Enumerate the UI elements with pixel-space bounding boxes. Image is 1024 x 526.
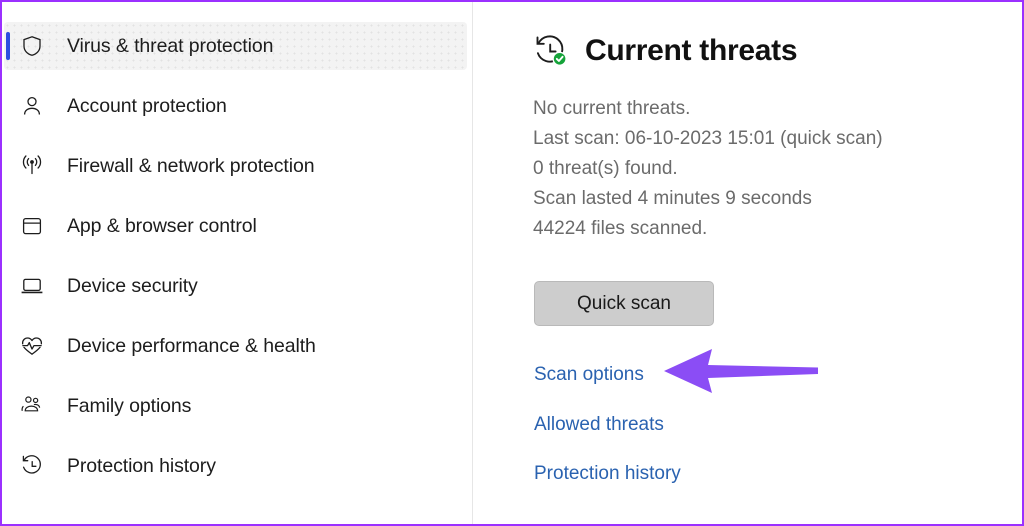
sidebar-item-firewall-network-protection[interactable]: Firewall & network protection <box>4 142 467 190</box>
windows-security-window: Virus & threat protection Account protec… <box>0 0 1024 526</box>
quick-scan-button[interactable]: Quick scan <box>534 281 714 326</box>
status-line-last-scan: Last scan: 06-10-2023 15:01 (quick scan) <box>533 124 1013 154</box>
protection-history-link[interactable]: Protection history <box>534 463 681 485</box>
sidebar-item-label: Device performance & health <box>67 335 316 358</box>
laptop-icon <box>17 273 47 299</box>
app-window-icon <box>17 214 47 238</box>
clock-history-icon <box>17 453 47 479</box>
current-threats-panel: Current threats No current threats. Last… <box>473 2 1024 524</box>
shield-icon <box>17 34 47 58</box>
status-line-threats-found: 0 threat(s) found. <box>533 154 1013 184</box>
page-header: Current threats <box>531 32 797 70</box>
status-line-scan-duration: Scan lasted 4 minutes 9 seconds <box>533 184 1013 214</box>
sidebar-item-account-protection[interactable]: Account protection <box>4 82 467 130</box>
allowed-threats-link[interactable]: Allowed threats <box>534 414 664 436</box>
clock-history-shield-ok-icon <box>531 32 569 70</box>
wireless-signal-icon <box>17 153 47 179</box>
sidebar-item-label: Virus & threat protection <box>67 35 273 58</box>
sidebar-item-family-options[interactable]: Family options <box>4 382 467 430</box>
sidebar-item-label: Protection history <box>67 455 216 478</box>
sidebar-item-device-performance-health[interactable]: Device performance & health <box>4 322 467 370</box>
sidebar-item-label: App & browser control <box>67 215 257 238</box>
scan-options-link[interactable]: Scan options <box>534 364 644 386</box>
sidebar-navigation: Virus & threat protection Account protec… <box>2 2 472 524</box>
left-arrow-annotation-icon <box>662 343 822 397</box>
heart-pulse-icon <box>17 333 47 359</box>
sidebar-item-app-browser-control[interactable]: App & browser control <box>4 202 467 250</box>
selected-accent-bar <box>6 32 10 60</box>
sidebar-item-label: Firewall & network protection <box>67 155 314 178</box>
sidebar-item-protection-history[interactable]: Protection history <box>4 442 467 490</box>
sidebar-item-label: Device security <box>67 275 198 298</box>
person-icon <box>17 94 47 118</box>
sidebar-item-label: Account protection <box>67 95 227 118</box>
sidebar-item-device-security[interactable]: Device security <box>4 262 467 310</box>
people-group-icon <box>17 393 47 419</box>
page-title: Current threats <box>585 34 797 68</box>
sidebar-item-virus-threat-protection[interactable]: Virus & threat protection <box>4 22 467 70</box>
status-line-no-threats: No current threats. <box>533 94 1013 124</box>
sidebar-item-label: Family options <box>67 395 191 418</box>
status-line-files-scanned: 44224 files scanned. <box>533 214 1013 244</box>
scan-status-block: No current threats. Last scan: 06-10-202… <box>533 94 1013 244</box>
